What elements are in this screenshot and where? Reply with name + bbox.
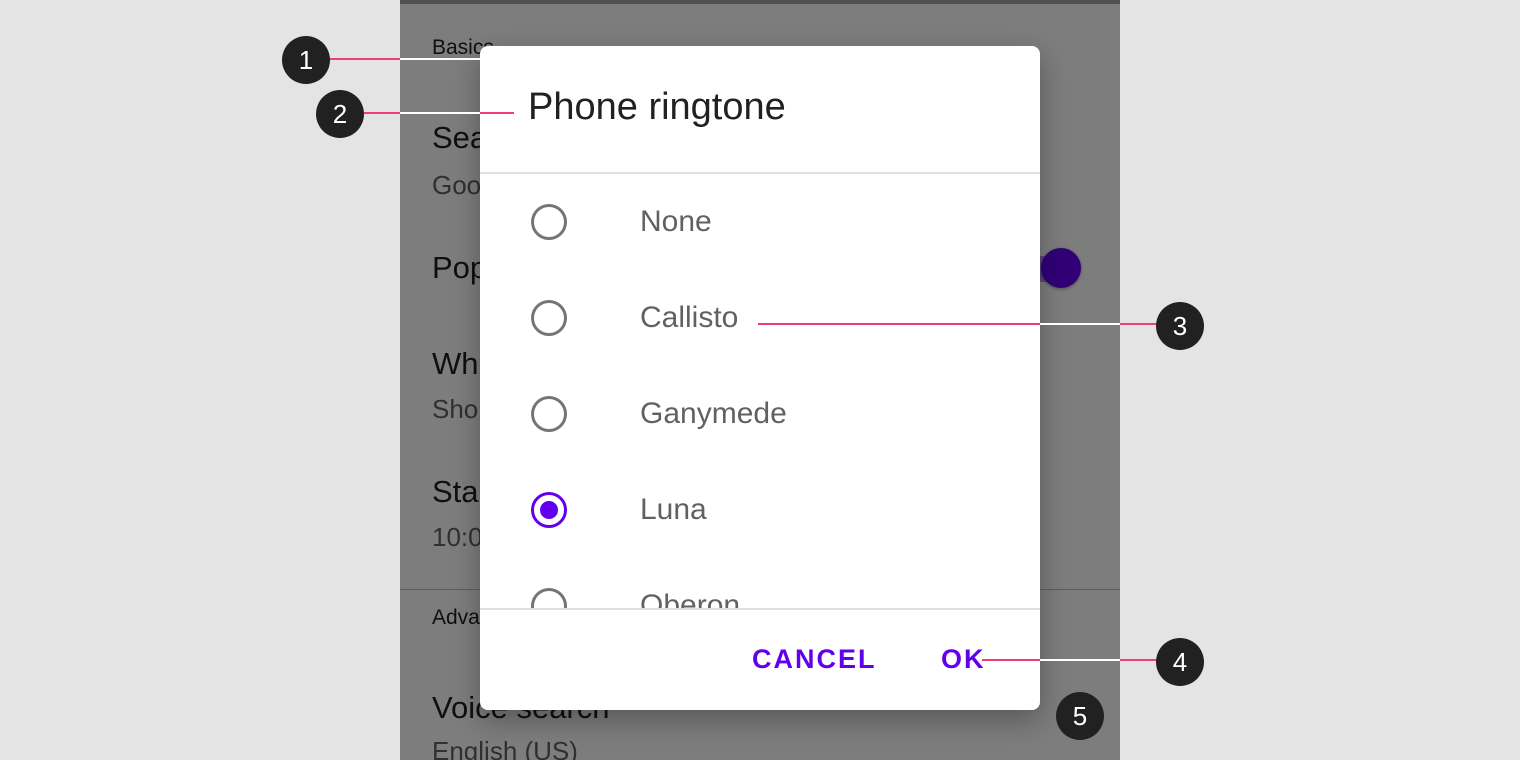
radio-checked-icon[interactable] — [531, 492, 567, 528]
callout-4: 4 — [1156, 638, 1204, 686]
callout-4-leader — [982, 659, 1040, 661]
ok-button[interactable]: OK — [941, 644, 986, 675]
callout-1-leader-white — [400, 58, 480, 60]
option-label: Oberon — [640, 589, 741, 608]
callout-4-leader-white — [1040, 659, 1120, 661]
option-row-selected[interactable]: Luna — [480, 462, 1040, 558]
radio-unchecked-icon[interactable] — [531, 300, 567, 336]
callout-2-leader — [364, 112, 400, 114]
callout-4-leader-outer — [1120, 659, 1160, 661]
callout-3-leader — [758, 323, 1040, 325]
callout-2-leader-inner — [480, 112, 514, 114]
dialog-bottom-divider — [480, 608, 1040, 610]
callout-5: 5 — [1056, 692, 1104, 740]
callout-3: 3 — [1156, 302, 1204, 350]
option-label: None — [640, 205, 712, 238]
callout-3-leader-white — [1040, 323, 1120, 325]
ringtone-dialog: Phone ringtone None Callisto Ganymede Lu… — [480, 46, 1040, 710]
option-label: Luna — [640, 493, 707, 526]
radio-unchecked-icon[interactable] — [531, 396, 567, 432]
option-label: Callisto — [640, 301, 739, 334]
callout-1-leader — [330, 58, 400, 60]
option-label: Ganymede — [640, 397, 787, 430]
option-row[interactable]: None — [480, 174, 1040, 270]
ringtone-options-list[interactable]: None Callisto Ganymede Luna Oberon — [480, 174, 1040, 608]
callout-2-leader-white — [400, 112, 480, 114]
dialog-title: Phone ringtone — [528, 86, 786, 128]
option-row[interactable]: Ganymede — [480, 366, 1040, 462]
callout-1: 1 — [282, 36, 330, 84]
radio-unchecked-icon[interactable] — [531, 204, 567, 240]
callout-3-leader-outer — [1120, 323, 1160, 325]
cancel-button[interactable]: CANCEL — [752, 644, 877, 675]
app-bar-shadow — [400, 0, 1120, 4]
callout-2: 2 — [316, 90, 364, 138]
radio-unchecked-icon[interactable] — [531, 588, 567, 608]
option-row[interactable]: Callisto — [480, 270, 1040, 366]
option-row[interactable]: Oberon — [480, 558, 1040, 608]
